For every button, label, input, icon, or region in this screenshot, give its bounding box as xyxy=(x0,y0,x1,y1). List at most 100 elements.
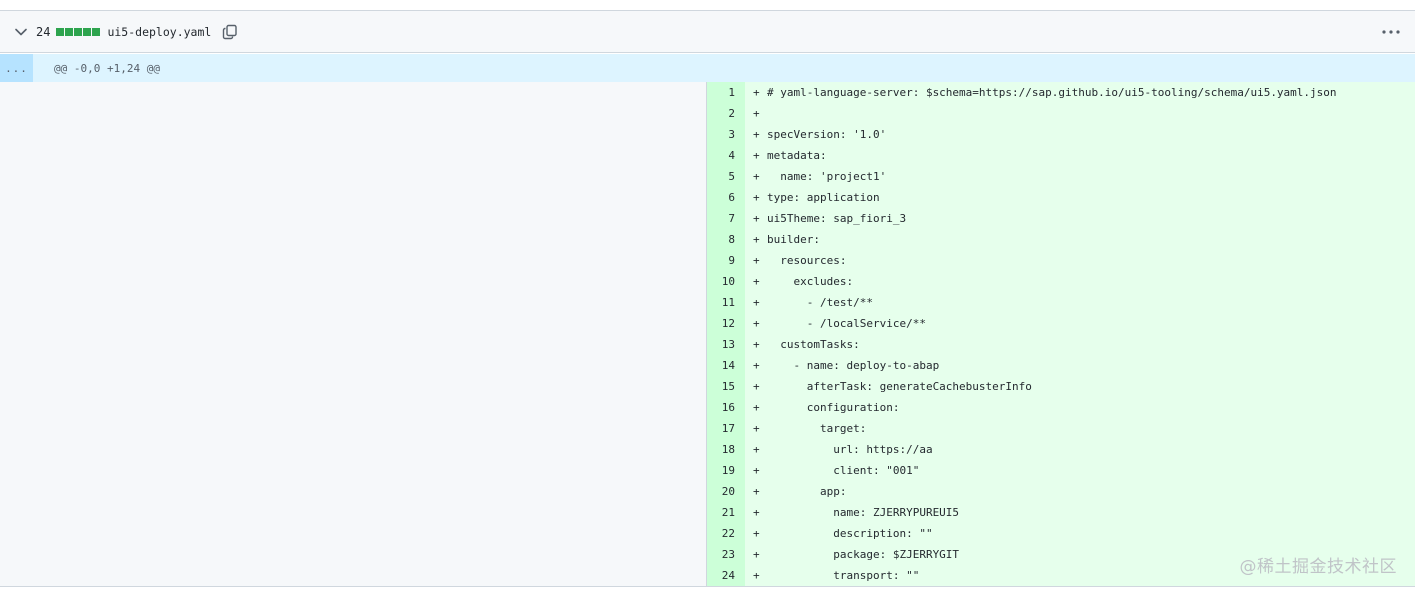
left-pane-empty xyxy=(0,82,706,586)
addition-marker: + xyxy=(753,296,760,309)
addition-marker: + xyxy=(753,464,760,477)
line-number[interactable]: 20 xyxy=(707,485,745,498)
line-number[interactable]: 4 xyxy=(707,149,745,162)
line-number[interactable]: 16 xyxy=(707,401,745,414)
diffstat-block xyxy=(65,27,74,36)
hunk-header: ... @@ -0,0 +1,24 @@ xyxy=(0,54,1415,82)
addition-marker: + xyxy=(753,128,760,141)
line-number[interactable]: 10 xyxy=(707,275,745,288)
line-number[interactable]: 2 xyxy=(707,107,745,120)
line-number[interactable]: 6 xyxy=(707,191,745,204)
line-number[interactable]: 8 xyxy=(707,233,745,246)
expand-button[interactable]: ... xyxy=(0,54,33,82)
copy-icon[interactable] xyxy=(221,23,239,41)
code-text: target: xyxy=(767,422,867,435)
diff-line: 2 + xyxy=(707,103,1415,124)
diffstat-block xyxy=(92,27,101,36)
line-number[interactable]: 5 xyxy=(707,170,745,183)
diffstat-block xyxy=(74,27,83,36)
diff-line: 22 + description: "" xyxy=(707,523,1415,544)
line-number[interactable]: 11 xyxy=(707,296,745,309)
diff-line: 12 + - /localService/** xyxy=(707,313,1415,334)
line-number[interactable]: 23 xyxy=(707,548,745,561)
addition-marker: + xyxy=(753,338,760,351)
addition-marker: + xyxy=(753,527,760,540)
diff-lines: 1 + # yaml-language-server: $schema=https:… xyxy=(707,82,1415,586)
line-number[interactable]: 17 xyxy=(707,422,745,435)
addition-marker: + xyxy=(753,86,760,99)
code-text: ui5Theme: sap_fiori_3 xyxy=(767,212,907,225)
line-number[interactable]: 1 xyxy=(707,86,745,99)
line-number[interactable]: 15 xyxy=(707,380,745,393)
addition-marker: + xyxy=(753,191,760,204)
code-text: # yaml-language-server: $schema=https://… xyxy=(767,86,1337,99)
addition-marker: + xyxy=(753,254,760,267)
line-number[interactable]: 3 xyxy=(707,128,745,141)
addition-marker: + xyxy=(753,275,760,288)
addition-marker: + xyxy=(753,485,760,498)
hunk-range: @@ -0,0 +1,24 @@ xyxy=(54,61,160,75)
code-text: - name: deploy-to-abap xyxy=(767,359,940,372)
code-text: package: $ZJERRYGIT xyxy=(767,548,960,561)
diff-line: 11 + - /test/** xyxy=(707,292,1415,313)
diff-line: 16 + configuration: xyxy=(707,397,1415,418)
addition-marker: + xyxy=(753,317,760,330)
addition-marker: + xyxy=(753,443,760,456)
code-text: afterTask: generateCachebusterInfo xyxy=(767,380,1032,393)
line-number[interactable]: 22 xyxy=(707,527,745,540)
addition-marker: + xyxy=(753,170,760,183)
diff-line: 8 + builder: xyxy=(707,229,1415,250)
line-number[interactable]: 24 xyxy=(707,569,745,582)
addition-marker: + xyxy=(753,212,760,225)
diff-line: 15 + afterTask: generateCachebusterInfo xyxy=(707,376,1415,397)
addition-marker: + xyxy=(753,149,760,162)
diff-line: 6 + type: application xyxy=(707,187,1415,208)
diff-line: 21 + name: ZJERRYPUREUI5 xyxy=(707,502,1415,523)
diff-line: 17 + target: xyxy=(707,418,1415,439)
diff-line: 5 + name: 'project1' xyxy=(707,166,1415,187)
file-name-link[interactable]: ui5-deploy.yaml xyxy=(107,25,211,39)
line-number[interactable]: 13 xyxy=(707,338,745,351)
file-header: 24 ui5-deploy.yaml xyxy=(0,11,1415,53)
code-text: customTasks: xyxy=(767,338,860,351)
line-number[interactable]: 12 xyxy=(707,317,745,330)
diff-line: 3 + specVersion: '1.0' xyxy=(707,124,1415,145)
code-text: excludes: xyxy=(767,275,854,288)
diff-line: 18 + url: https://aa xyxy=(707,439,1415,460)
line-number[interactable]: 21 xyxy=(707,506,745,519)
diff-line: 13 + customTasks: xyxy=(707,334,1415,355)
code-text: name: 'project1' xyxy=(767,170,887,183)
code-text: transport: "" xyxy=(767,569,920,582)
code-text: app: xyxy=(767,485,847,498)
line-number[interactable]: 7 xyxy=(707,212,745,225)
diffstat-block xyxy=(83,27,92,36)
code-text: description: "" xyxy=(767,527,933,540)
chevron-down-icon[interactable] xyxy=(13,24,29,40)
code-text: metadata: xyxy=(767,149,827,162)
diff-line: 19 + client: "001" xyxy=(707,460,1415,481)
code-text: builder: xyxy=(767,233,820,246)
addition-marker: + xyxy=(753,107,760,120)
code-text: configuration: xyxy=(767,401,900,414)
diffstat-block xyxy=(56,27,65,36)
changed-lines-count: 24 xyxy=(36,24,51,39)
bottom-border xyxy=(0,586,1415,587)
code-text: name: ZJERRYPUREUI5 xyxy=(767,506,960,519)
line-number[interactable]: 19 xyxy=(707,464,745,477)
line-number[interactable]: 9 xyxy=(707,254,745,267)
code-text: - /localService/** xyxy=(767,317,926,330)
code-text: specVersion: '1.0' xyxy=(767,128,887,141)
addition-marker: + xyxy=(753,548,760,561)
kebab-horizontal-icon[interactable] xyxy=(1381,23,1401,41)
code-text: type: application xyxy=(767,191,880,204)
diff-line: 10 + excludes: xyxy=(707,271,1415,292)
code-text: client: "001" xyxy=(767,464,920,477)
addition-marker: + xyxy=(753,233,760,246)
line-number[interactable]: 14 xyxy=(707,359,745,372)
diff-line: 14 + - name: deploy-to-abap xyxy=(707,355,1415,376)
code-text: resources: xyxy=(767,254,847,267)
diff-line: 20 + app: xyxy=(707,481,1415,502)
addition-marker: + xyxy=(753,506,760,519)
addition-marker: + xyxy=(753,380,760,393)
line-number[interactable]: 18 xyxy=(707,443,745,456)
